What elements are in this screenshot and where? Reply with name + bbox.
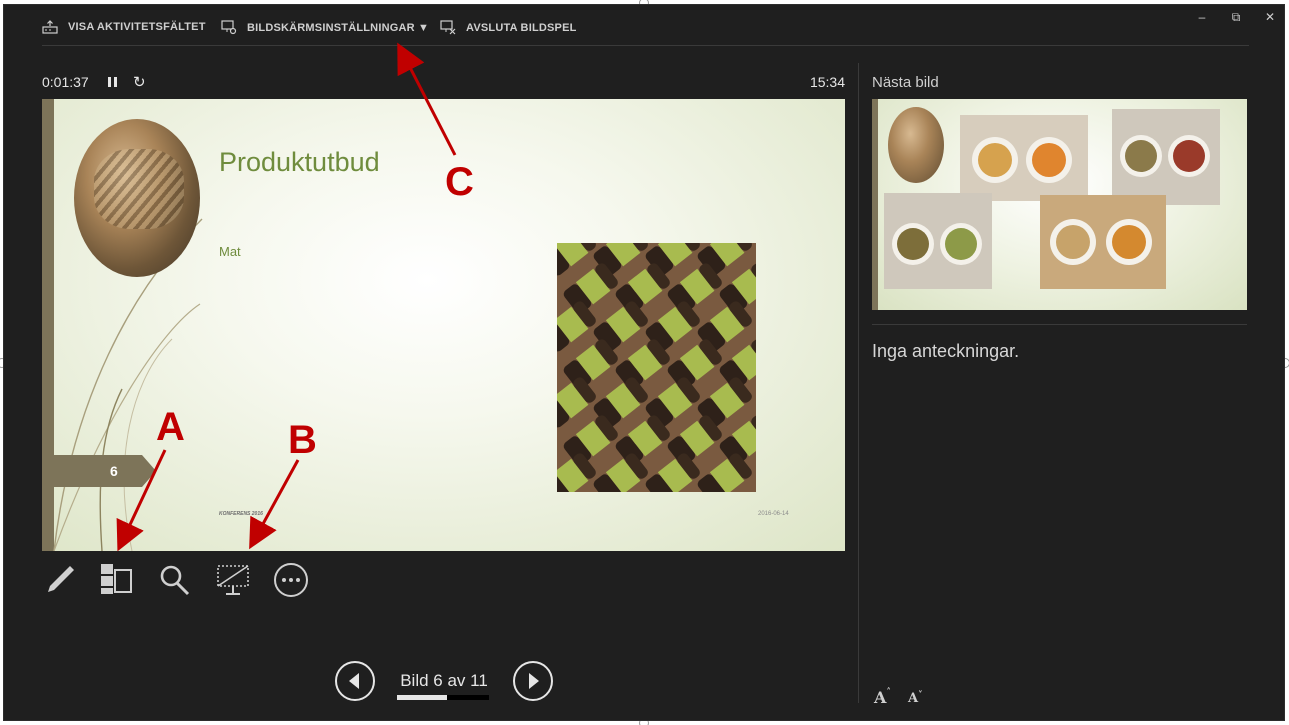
- next-slide-preview[interactable]: [872, 99, 1247, 310]
- slide-title: Produktutbud: [219, 147, 380, 177]
- notes-divider: [872, 324, 1247, 325]
- speaker-notes: Inga anteckningar.: [872, 341, 1020, 361]
- current-time: 15:34: [809, 74, 845, 90]
- slide-food-photo: [74, 119, 200, 277]
- restore-button[interactable]: ⧉: [1226, 9, 1246, 25]
- display-settings-label: BILDSKÄRMSINSTÄLLNINGAR ▼: [247, 21, 430, 34]
- annotation-label-a: A: [156, 405, 185, 449]
- slide-counter: Bild 6 av 11: [400, 671, 488, 690]
- slide-number-badge: [54, 455, 156, 487]
- slide-date: 2016-06-14: [758, 511, 789, 517]
- slide-progress-fill: [397, 695, 448, 700]
- decrease-notes-font-button[interactable]: A˅: [908, 691, 923, 706]
- annotation-label-c: C: [445, 160, 474, 204]
- slide-progress-bar: [397, 695, 489, 700]
- minimize-button[interactable]: –: [1192, 9, 1212, 25]
- pen-icon[interactable]: [42, 562, 78, 598]
- slide-subtitle: Mat: [219, 244, 241, 259]
- pause-icon[interactable]: [106, 75, 120, 89]
- decrease-font-label: A: [908, 691, 919, 706]
- display-settings-button[interactable]: BILDSKÄRMSINSTÄLLNINGAR ▼: [221, 20, 429, 35]
- show-taskbar-label: VISA AKTIVITETSFÄLTET: [68, 21, 206, 33]
- next-photo-soup-2: [1112, 109, 1220, 205]
- taskbar-icon: [42, 20, 58, 34]
- next-photo-soup-3: [884, 193, 992, 289]
- next-photo-pastry: [888, 107, 944, 183]
- slide-footer: KONFERENS 2016: [219, 511, 263, 517]
- elapsed-timer: 0:01:37: [42, 74, 89, 90]
- monitor-gear-icon: [221, 20, 237, 35]
- monitor-dashed-icon[interactable]: [215, 562, 251, 598]
- close-button[interactable]: ✕: [1260, 9, 1280, 25]
- more-options-icon[interactable]: [273, 562, 309, 598]
- restart-icon[interactable]: ↻: [133, 73, 146, 91]
- slides-grid-icon[interactable]: [99, 562, 135, 598]
- slide-pastry-photo: [557, 243, 756, 492]
- next-photo-soup-1: [960, 115, 1088, 201]
- current-slide[interactable]: Produktutbud Mat 6 KONFERENS 2016 2016-0…: [42, 99, 845, 551]
- end-show-label: AVSLUTA BILDSPEL: [466, 21, 577, 34]
- monitor-x-icon: [440, 20, 456, 35]
- show-taskbar-button[interactable]: VISA AKTIVITETSFÄLTET: [42, 20, 206, 34]
- next-slide-label: Nästa bild: [872, 74, 939, 91]
- next-slide-left-bar: [872, 99, 878, 310]
- end-show-button[interactable]: AVSLUTA BILDSPEL: [440, 20, 577, 35]
- toolbar-divider: [42, 45, 1249, 46]
- arrow-right-circle-icon[interactable]: [512, 660, 554, 702]
- annotation-label-b: B: [288, 418, 317, 462]
- panel-divider: [858, 63, 859, 703]
- magnifier-icon[interactable]: [157, 562, 193, 598]
- increase-notes-font-button[interactable]: A˄: [874, 688, 891, 707]
- presenter-view-window: VISA AKTIVITETSFÄLTET BILDSKÄRMSINSTÄLLN…: [3, 4, 1285, 721]
- next-photo-soup-4: [1040, 195, 1166, 289]
- arrow-left-circle-icon[interactable]: [334, 660, 376, 702]
- slide-number: 6: [110, 463, 118, 479]
- increase-font-label: A: [874, 688, 887, 707]
